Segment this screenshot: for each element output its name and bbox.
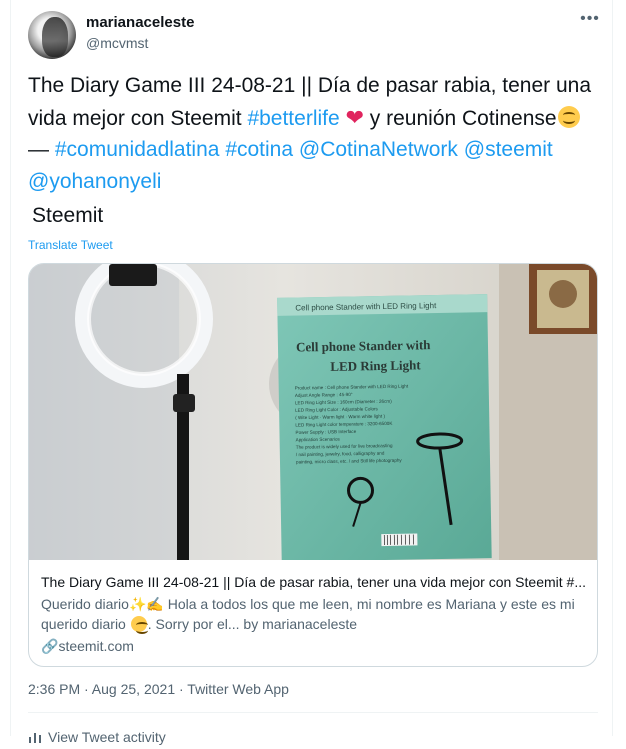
source-line: Steemit <box>32 204 103 228</box>
divider <box>28 712 598 713</box>
smile-emoji-icon <box>558 106 580 128</box>
heart-emoji-icon: ❤ <box>346 105 364 130</box>
tweet-text: The Diary Game III 24-08-21 || Día de pa… <box>28 70 598 197</box>
hashtag-comunidadlatina[interactable]: #comunidadlatina <box>55 138 220 161</box>
mention-yohanonyeli[interactable]: @yohanonyeli <box>28 170 161 193</box>
card-description: Querido diario✨✍ Hola a todos los que me… <box>41 594 589 634</box>
card-description-part: Querido diario <box>41 596 129 612</box>
avatar[interactable] <box>28 11 76 59</box>
hashtag-betterlife[interactable]: #betterlife <box>247 107 339 130</box>
card-image-spec-line: Adjust Angle Range : 45-90° <box>295 392 353 398</box>
hashtag-cotina[interactable]: #cotina <box>225 138 293 161</box>
link-card[interactable]: Cell phone Stander with LED Ring Light C… <box>28 263 598 667</box>
card-image[interactable]: Cell phone Stander with LED Ring Light C… <box>29 264 597 560</box>
timeline-border-right <box>612 0 613 736</box>
link-icon: 🔗 <box>41 638 58 654</box>
tweet-text-part: — <box>28 138 55 161</box>
card-image-spec-line: Application Scenarios <box>296 437 341 443</box>
mention-steemit[interactable]: @steemit <box>464 138 553 161</box>
mention-cotinanetwork[interactable]: @CotinaNetwork <box>299 138 458 161</box>
card-description-part: . Sorry por el... by marianaceleste <box>148 616 357 632</box>
user-handle[interactable]: @mcvmst <box>86 35 148 51</box>
card-image-box-title2: LED Ring Light <box>330 357 421 374</box>
writing-hand-emoji-icon: ✍ <box>146 596 163 612</box>
tweet-timestamp[interactable]: 2:36 PM · Aug 25, 2021 · Twitter Web App <box>28 681 289 697</box>
tweet-activity-link[interactable]: View Tweet activity <box>48 729 166 745</box>
sparkles-emoji-icon: ✨ <box>129 596 146 612</box>
card-domain: 🔗steemit.com <box>41 636 589 656</box>
timeline-border-left <box>10 0 11 736</box>
translate-tweet-link[interactable]: Translate Tweet <box>28 238 113 252</box>
chart-icon[interactable] <box>28 730 42 744</box>
card-domain-text: steemit.com <box>58 638 133 654</box>
card-meta: The Diary Game III 24-08-21 || Día de pa… <box>41 572 589 656</box>
display-name[interactable]: marianaceleste <box>86 14 194 31</box>
card-image-spec-line: Power Supply : USB Interface <box>295 429 356 435</box>
more-icon[interactable]: ••• <box>578 12 602 32</box>
card-image-box-title: Cell phone Stander with <box>296 337 431 354</box>
card-title: The Diary Game III 24-08-21 || Día de pa… <box>41 572 589 592</box>
smile-emoji-icon <box>131 616 147 632</box>
tweet-text-part: y reunión Cotinense <box>364 107 557 130</box>
